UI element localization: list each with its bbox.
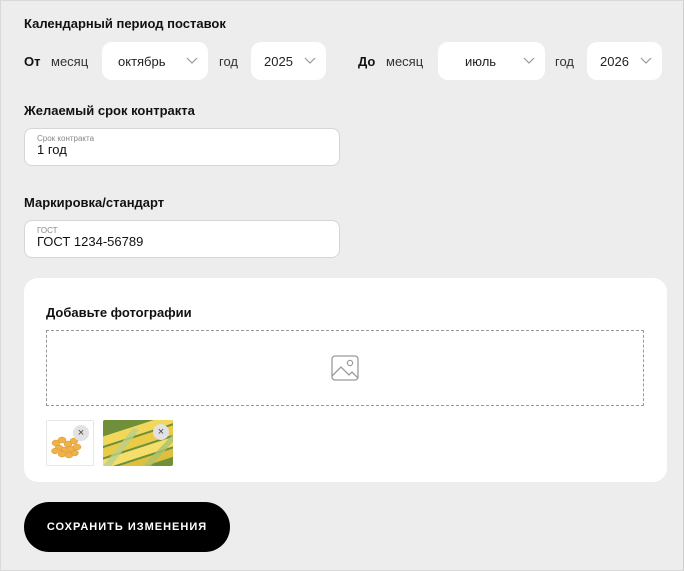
to-month-select[interactable]: июль: [438, 42, 545, 80]
contract-term-placeholder: Срок контракта: [37, 134, 95, 143]
photo-thumbnail[interactable]: ×: [103, 420, 173, 466]
image-icon: [331, 355, 359, 381]
chevron-down-icon: [304, 57, 316, 64]
contract-term-value: 1 год: [37, 142, 67, 157]
photos-card: Добавьте фотографии × ×: [24, 278, 667, 482]
to-month-value: июль: [465, 53, 497, 69]
remove-photo-button[interactable]: ×: [153, 424, 169, 440]
chevron-down-icon: [186, 57, 198, 64]
save-changes-button[interactable]: СОХРАНИТЬ ИЗМЕНЕНИЯ: [24, 502, 230, 552]
to-year-value: 2026: [600, 53, 629, 69]
from-month-select[interactable]: октябрь: [102, 42, 208, 80]
chevron-down-icon: [640, 57, 652, 64]
from-year-value: 2025: [264, 53, 293, 69]
marking-value: ГОСТ 1234-56789: [37, 234, 144, 249]
from-year-label: год: [219, 54, 238, 69]
marking-field[interactable]: ГОСТ ГОСТ 1234-56789: [24, 220, 340, 258]
from-year-select[interactable]: 2025: [251, 42, 326, 80]
remove-photo-button[interactable]: ×: [73, 425, 89, 441]
to-year-label: год: [555, 54, 574, 69]
period-heading: Календарный период поставок: [24, 16, 226, 31]
marking-heading: Маркировка/стандарт: [24, 195, 165, 210]
from-label: От: [24, 54, 41, 69]
from-month-label: месяц: [51, 54, 89, 69]
photos-heading: Добавьте фотографии: [46, 305, 192, 320]
from-month-value: октябрь: [118, 53, 166, 69]
to-year-select[interactable]: 2026: [587, 42, 662, 80]
photo-thumbnail[interactable]: ×: [46, 420, 94, 466]
contract-heading: Желаемый срок контракта: [24, 103, 195, 118]
form-panel: Календарный период поставок От месяц окт…: [0, 0, 684, 571]
photo-dropzone[interactable]: [46, 330, 644, 406]
to-month-label: месяц: [386, 54, 424, 69]
contract-term-field[interactable]: Срок контракта 1 год: [24, 128, 340, 166]
chevron-down-icon: [523, 57, 535, 64]
to-label: До: [358, 54, 376, 69]
